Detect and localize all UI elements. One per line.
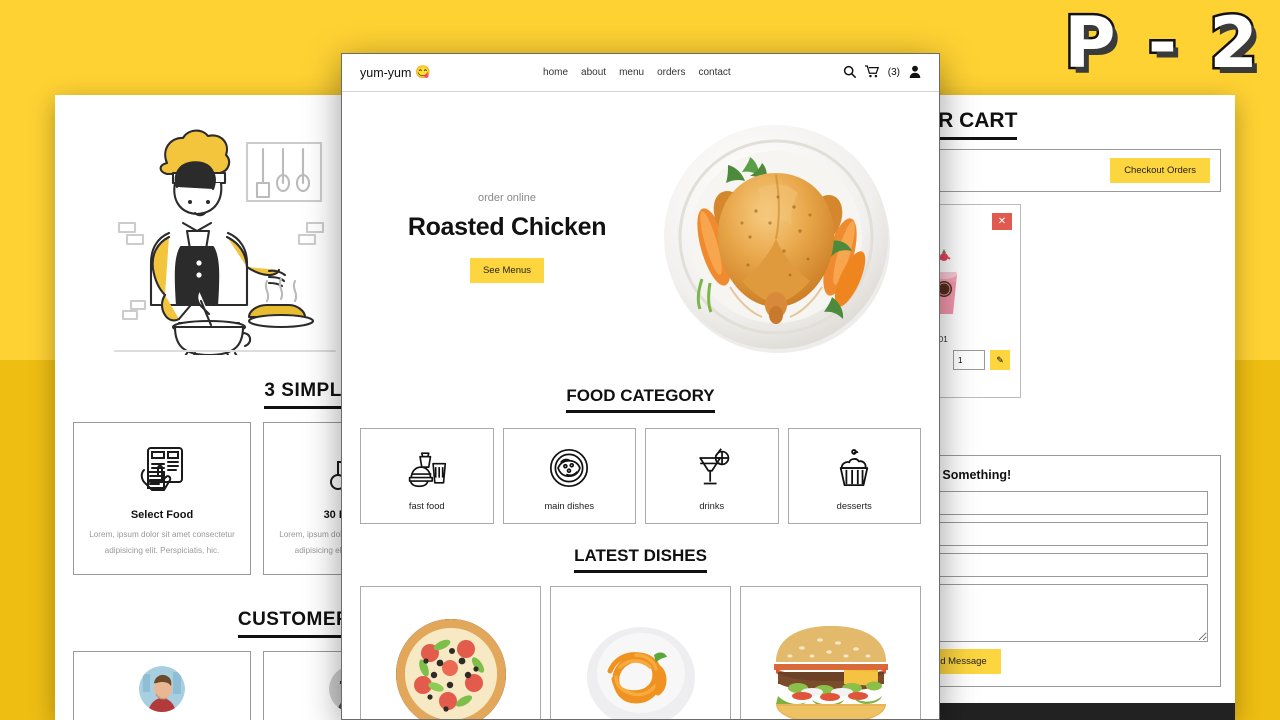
menu-hand-icon [84,437,240,503]
category-card-main-dishes[interactable]: main dishes [502,428,636,524]
checkout-bar: Checkout Orders [905,149,1221,192]
step-title: Select Food [130,509,194,521]
search-icon[interactable] [843,65,856,81]
footer-bar: web designer | all rights reserved! [905,703,1235,720]
brand-logo[interactable]: yum-yum 😋 [360,65,431,80]
cart-count-badge: (3) [887,67,900,78]
user-icon[interactable] [909,65,921,81]
category-label: fast food [408,501,445,511]
customers-section-title: CUSTOMER'S REVIEW [55,589,345,638]
category-card-desserts[interactable]: desserts [787,428,921,524]
category-label: drinks [699,501,725,511]
nav-item-menu[interactable]: menu [619,67,644,78]
reviews-card-row: Lorem ipsum dolor sit amet. consectetur … [55,637,345,720]
hero-section: order online Roasted Chicken See Menus [342,92,939,382]
page-number-badge: P - 2 [1062,2,1262,84]
cart-icon[interactable] [864,64,879,81]
cocktail-glass-icon [652,445,772,491]
message-field[interactable] [905,584,1208,642]
brand-name: yum-yum [360,65,412,80]
nav-links: home about menu orders contact [543,67,731,78]
hero-text: order online Roasted Chicken See Menus [372,192,642,283]
contact-form: Tell Us Something! Send Message [905,455,1221,687]
nav-item-orders[interactable]: orders [657,67,685,78]
noodles-image [586,626,695,719]
right-browser-panel: YOUR CART Checkout Orders ✕ 01 1 ✎ Tell … [905,95,1235,720]
edit-item-button[interactable]: ✎ [990,350,1010,370]
number-field[interactable] [905,522,1208,546]
chef-illustration [55,95,345,360]
burger-image [773,625,888,719]
nav-item-about[interactable]: about [581,67,606,78]
latest-dishes-title: LATEST DISHES [342,546,939,573]
hero-eyebrow: order online [477,191,537,204]
avatar [139,665,185,712]
category-label: desserts [836,501,872,511]
left-browser-panel: 3 SIMPLE STEPS Select Food Lorem, ipsum … [55,95,345,720]
step-title: 30 Minutes [323,509,345,521]
pizza-image [395,618,506,719]
step-card[interactable]: 30 Minutes Lorem, ipsum dolor sit amet c… [263,422,345,575]
category-card-fast-food[interactable]: fast food [360,428,494,524]
quantity-controls: ✎ [953,350,1010,370]
steps-section-title: 3 SIMPLE STEPS [55,360,345,409]
remove-item-button[interactable]: ✕ [992,213,1012,230]
dish-card-pizza[interactable] [360,586,541,719]
checkout-orders-button[interactable]: Checkout Orders [1110,158,1210,183]
food-category-title: FOOD CATEGORY [342,386,939,413]
steps-card-row: Select Food Lorem, ipsum dolor sit amet … [55,408,345,589]
contact-form-title: Tell Us Something! [905,468,1012,482]
cupcake-icon [795,445,915,491]
step-text: Lorem, ipsum dolor sit amet consectetur … [89,530,235,556]
see-menus-button[interactable]: See Menus [469,257,545,283]
step-card[interactable]: Select Food Lorem, ipsum dolor sit amet … [73,422,251,575]
email-field[interactable] [905,553,1208,577]
food-category-row: fast food main dishes drinks desserts [342,406,939,524]
center-browser-panel: yum-yum 😋 home about menu orders contact [341,53,940,720]
face-savoring-food-icon: 😋 [415,65,431,79]
send-button-wrap: Send Message [905,649,1208,674]
cart-items-row: ✕ tasty salad 02 [905,192,1235,398]
hero-image-roasted-chicken [642,119,909,355]
hero-title: Roasted Chicken [407,212,607,241]
dish-card-burger[interactable] [740,586,921,719]
cart-section-title: YOUR CART [905,95,1235,140]
latest-dishes-row [342,566,939,719]
name-field[interactable] [905,491,1208,515]
burger-fries-icon [367,445,487,491]
plate-salad-icon [510,445,630,491]
quantity-input[interactable] [953,350,985,370]
nav-item-contact[interactable]: contact [698,67,730,78]
category-card-drinks[interactable]: drinks [645,428,779,524]
dish-card-noodles[interactable] [550,586,731,719]
delivery-scooter-icon [274,437,345,503]
navbar: yum-yum 😋 home about menu orders contact [342,54,939,92]
step-text: Lorem, ipsum dolor sit amet consectetur … [279,530,345,556]
review-card[interactable]: Lorem ipsum dolor sit amet. consectetur … [73,650,251,720]
review-card[interactable]: Lorem ipsum dolor sit amet. consectetur … [263,650,345,720]
nav-icons: (3) [843,64,921,81]
nav-item-home[interactable]: home [543,67,568,78]
category-label: main dishes [544,501,595,511]
